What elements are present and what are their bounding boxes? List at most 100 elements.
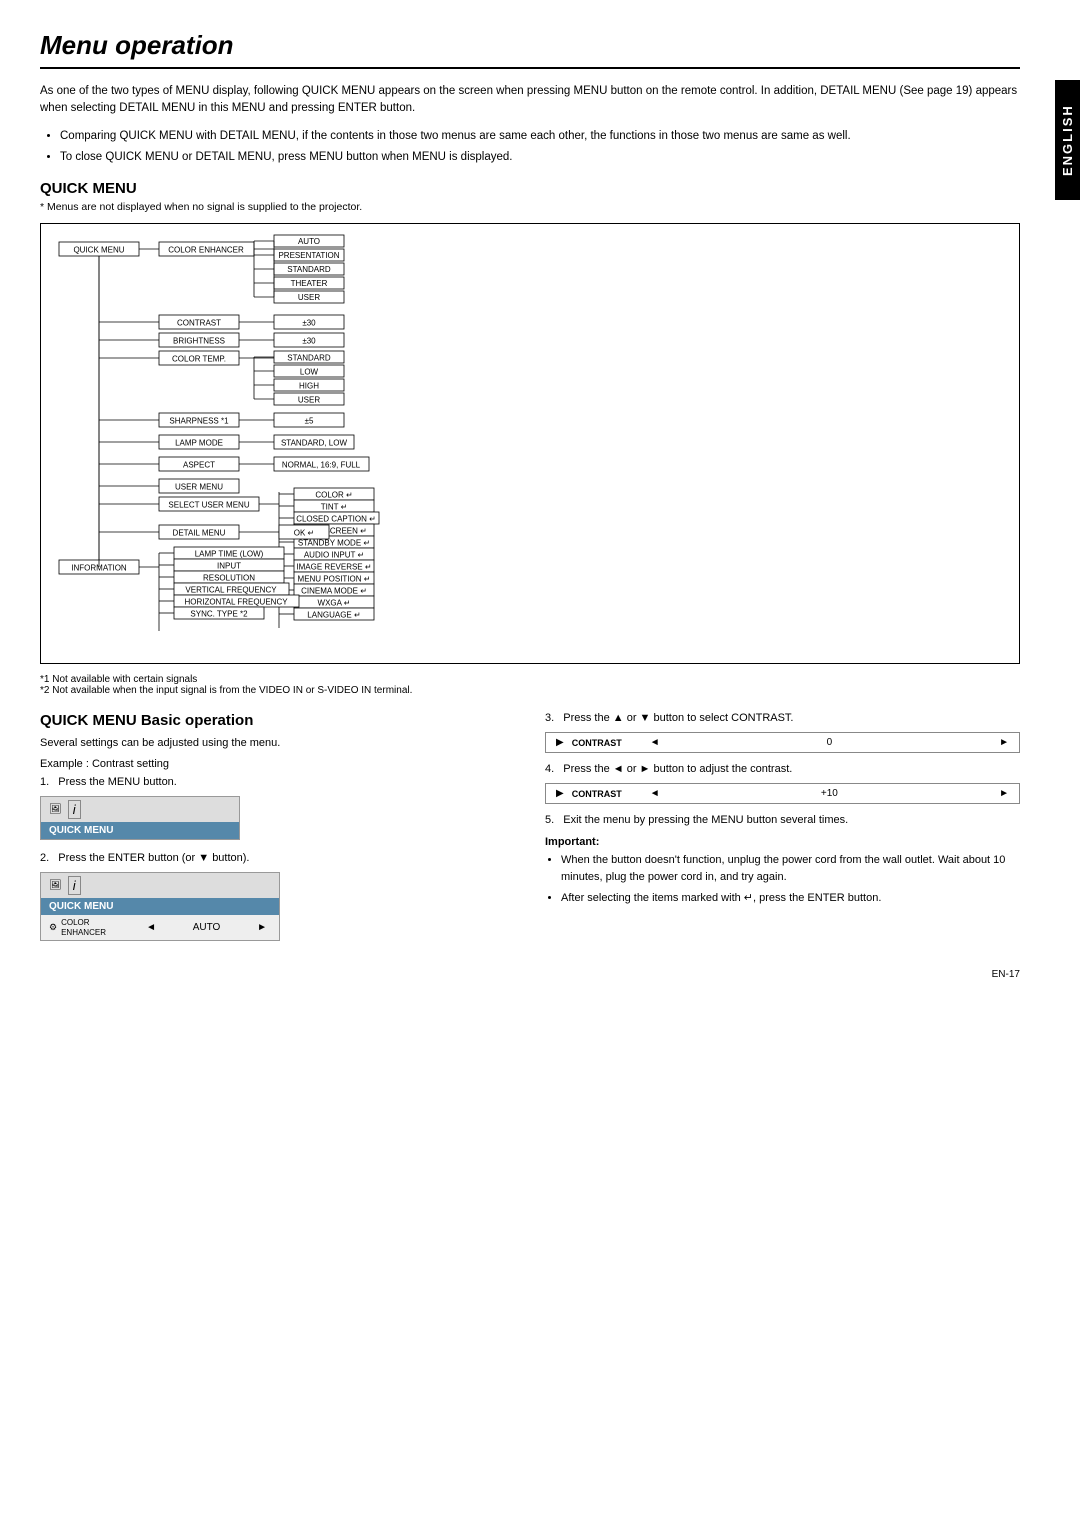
svg-text:RESOLUTION: RESOLUTION	[203, 574, 255, 583]
contrast-bar1-arrow-inner-left: ◄	[650, 737, 660, 748]
svg-text:IMAGE REVERSE ↵: IMAGE REVERSE ↵	[296, 563, 371, 572]
svg-text:STANDARD, LOW: STANDARD, LOW	[281, 439, 348, 448]
svg-text:SELECT USER MENU: SELECT USER MENU	[168, 501, 249, 510]
intro-bullet-2: To close QUICK MENU or DETAIL MENU, pres…	[60, 149, 1020, 166]
footnotes: *1 Not available with certain signals *2…	[40, 674, 1020, 696]
svg-text:QUICK MENU: QUICK MENU	[73, 246, 124, 255]
ui-mock-1-title: QUICK MENU	[41, 822, 239, 839]
contrast-bar2-value: +10	[668, 788, 991, 799]
svg-text:WXGA ↵: WXGA ↵	[318, 599, 351, 608]
svg-text:INPUT: INPUT	[217, 562, 241, 571]
svg-text:AUTO: AUTO	[298, 237, 320, 246]
footnote-1: *1 Not available with certain signals	[40, 674, 1020, 685]
svg-text:USER MENU: USER MENU	[175, 483, 223, 492]
svg-text:HORIZONTAL FREQUENCY: HORIZONTAL FREQUENCY	[184, 598, 288, 607]
svg-text:ASPECT: ASPECT	[183, 461, 215, 470]
svg-text:TINT ↵: TINT ↵	[321, 503, 348, 512]
intro-bullet-1: Comparing QUICK MENU with DETAIL MENU, i…	[60, 128, 1020, 145]
svg-text:THEATER: THEATER	[291, 279, 328, 288]
left-column: QUICK MENU Basic operation Several setti…	[40, 712, 515, 949]
right-column: 3. Press the ▲ or ▼ button to select CON…	[545, 712, 1020, 949]
svg-text:HIGH: HIGH	[299, 382, 319, 391]
basic-op-title: QUICK MENU Basic operation	[40, 712, 515, 729]
intro-paragraph: As one of the two types of MENU display,…	[40, 83, 1020, 118]
ui-mock-2-title: QUICK MENU	[41, 898, 279, 915]
ui-mock-2-row: ⚙ COLORENHANCER ◄ AUTO ►	[41, 915, 279, 940]
step-5: 5. Exit the menu by pressing the MENU bu…	[545, 814, 1020, 826]
svg-text:±30: ±30	[302, 319, 316, 328]
ui-mock-1: 🖼 i QUICK MENU	[40, 796, 240, 840]
info-icon: i	[68, 800, 81, 819]
english-side-label: ENGLISH	[1055, 80, 1080, 200]
important-title: Important:	[545, 836, 1020, 848]
right-arrow: ►	[257, 922, 267, 933]
basic-op-desc2: Example : Contrast setting	[40, 756, 515, 773]
contrast-bar1-arrow-left: ▶	[556, 737, 564, 748]
intro-bullets: Comparing QUICK MENU with DETAIL MENU, i…	[60, 128, 1020, 167]
settings-icon: ⚙	[49, 922, 57, 933]
step-2-text: Press the ENTER button (or ▼ button).	[58, 852, 249, 864]
svg-text:USER: USER	[298, 293, 320, 302]
quick-menu-title: QUICK MENU	[40, 180, 1020, 197]
contrast-bar1-arrow-inner-right: ►	[999, 737, 1009, 748]
step-1-text: Press the MENU button.	[58, 776, 177, 788]
svg-text:CLOSED CAPTION ↵: CLOSED CAPTION ↵	[296, 515, 376, 524]
svg-text:PRESENTATION: PRESENTATION	[278, 251, 339, 260]
svg-text:LANGUAGE ↵: LANGUAGE ↵	[307, 611, 360, 620]
ui-mock-2-header: 🖼 i	[41, 873, 279, 898]
svg-text:VERTICAL FREQUENCY: VERTICAL FREQUENCY	[185, 586, 277, 595]
step-4-text: Press the ◄ or ► button to adjust the co…	[563, 763, 792, 775]
footnote-2: *2 Not available when the input signal i…	[40, 685, 1020, 696]
svg-text:OK ↵: OK ↵	[294, 529, 314, 538]
menu-diagram-svg: QUICK MENU COLOR ENHANCER AUTO PRESENTAT…	[49, 232, 1009, 652]
svg-text:BRIGHTNESS: BRIGHTNESS	[173, 337, 225, 346]
contrast-bar2-label: CONTRAST	[572, 789, 642, 799]
contrast-bar1-label: CONTRAST	[572, 738, 642, 748]
svg-text:LAMP TIME (LOW): LAMP TIME (LOW)	[195, 550, 264, 559]
svg-text:MENU POSITION ↵: MENU POSITION ↵	[298, 575, 371, 584]
ui-mock-1-header: 🖼 i	[41, 797, 239, 822]
important-bullet-2: After selecting the items marked with ↵,…	[561, 890, 1020, 907]
contrast-bar-1: ▶ CONTRAST ◄ 0 ►	[545, 732, 1020, 753]
svg-text:±30: ±30	[302, 337, 316, 346]
svg-text:COLOR TEMP.: COLOR TEMP.	[172, 355, 226, 364]
svg-text:DETAIL MENU: DETAIL MENU	[173, 529, 226, 538]
step-3-text: Press the ▲ or ▼ button to select CONTRA…	[563, 712, 793, 724]
projector-icon: 🖼	[49, 804, 62, 815]
svg-text:SHARPNESS *1: SHARPNESS *1	[169, 417, 229, 426]
svg-text:CONTRAST: CONTRAST	[177, 319, 221, 328]
svg-text:SYNC. TYPE *2: SYNC. TYPE *2	[190, 610, 248, 619]
contrast-bar-2: ▶ CONTRAST ◄ +10 ►	[545, 783, 1020, 804]
svg-text:STANDARD: STANDARD	[287, 265, 331, 274]
step-2: 2. Press the ENTER button (or ▼ button).	[40, 852, 515, 864]
svg-text:NORMAL, 16:9, FULL: NORMAL, 16:9, FULL	[282, 461, 361, 470]
step-4: 4. Press the ◄ or ► button to adjust the…	[545, 763, 1020, 775]
left-arrow: ◄	[146, 922, 156, 933]
menu-diagram: QUICK MENU COLOR ENHANCER AUTO PRESENTAT…	[40, 223, 1020, 664]
svg-text:LAMP MODE: LAMP MODE	[175, 439, 223, 448]
svg-text:USER: USER	[298, 396, 320, 405]
svg-text:STANDBY MODE ↵: STANDBY MODE ↵	[298, 539, 370, 548]
basic-op-desc1: Several settings can be adjusted using t…	[40, 735, 515, 752]
projector-icon-2: 🖼	[49, 880, 62, 891]
step-3: 3. Press the ▲ or ▼ button to select CON…	[545, 712, 1020, 724]
svg-text:COLOR ↵: COLOR ↵	[315, 491, 352, 500]
important-section: Important: When the button doesn't funct…	[545, 836, 1020, 907]
step-1: 1. Press the MENU button.	[40, 776, 515, 788]
contrast-bar1-value: 0	[668, 737, 991, 748]
info-icon-2: i	[68, 876, 81, 895]
page-number: EN-17	[40, 969, 1020, 980]
svg-text:CINEMA MODE ↵: CINEMA MODE ↵	[301, 587, 367, 596]
contrast-bar2-arrow-inner-left: ◄	[650, 788, 660, 799]
svg-text:STANDARD: STANDARD	[287, 354, 331, 363]
important-bullet-1: When the button doesn't function, unplug…	[561, 852, 1020, 885]
ui-mock-2: 🖼 i QUICK MENU ⚙ COLORENHANCER ◄ AUTO ►	[40, 872, 280, 941]
step-5-text: Exit the menu by pressing the MENU butto…	[563, 814, 848, 826]
important-list: When the button doesn't function, unplug…	[561, 852, 1020, 907]
contrast-bar2-arrow-left: ▶	[556, 788, 564, 799]
svg-text:COLOR ENHANCER: COLOR ENHANCER	[168, 246, 244, 255]
svg-text:±5: ±5	[305, 417, 314, 426]
svg-text:AUDIO INPUT ↵: AUDIO INPUT ↵	[304, 551, 364, 560]
contrast-bar2-arrow-inner-right: ►	[999, 788, 1009, 799]
ce-value: AUTO	[160, 922, 253, 933]
